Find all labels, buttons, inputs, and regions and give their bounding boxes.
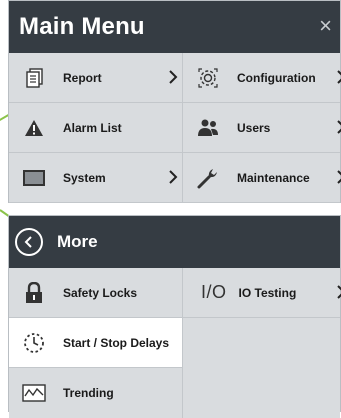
chevron-right-icon (168, 69, 178, 90)
main-menu-title: Main Menu (19, 13, 145, 40)
trending-icon (21, 380, 47, 406)
io-icon: I/O (201, 282, 227, 302)
chevron-right-icon (336, 284, 341, 305)
back-icon[interactable] (15, 228, 43, 256)
empty-cell (183, 368, 340, 418)
menu-item-start-stop-delays[interactable]: Start / Stop Delays (9, 318, 183, 368)
close-icon[interactable]: × (319, 15, 332, 37)
menu-item-label: Configuration (237, 70, 316, 85)
more-menu-grid: Safety Locks I/O IO Testing Start / Stop… (9, 268, 341, 418)
menu-item-label: Trending (63, 386, 114, 400)
menu-item-report[interactable]: Report (9, 53, 183, 103)
menu-item-label: Maintenance (237, 170, 310, 185)
main-menu-grid: Report Configuration Alarm List Users Sy… (9, 53, 341, 203)
menu-item-maintenance[interactable]: Maintenance (183, 153, 341, 203)
users-icon (195, 115, 221, 141)
system-icon (21, 165, 47, 191)
menu-item-label: Report (63, 70, 102, 85)
alarm-icon (21, 115, 47, 141)
chevron-right-icon (336, 119, 341, 140)
menu-item-system[interactable]: System (9, 153, 183, 203)
maintenance-icon (195, 165, 221, 191)
menu-item-io-testing[interactable]: I/O IO Testing (183, 268, 341, 318)
menu-item-label: Safety Locks (63, 285, 138, 300)
more-menu-title: More (57, 232, 98, 251)
menu-item-label: IO Testing (238, 285, 297, 300)
menu-item-label: System (63, 170, 106, 185)
menu-item-safety-locks[interactable]: Safety Locks (9, 268, 183, 318)
chevron-right-icon (168, 169, 178, 190)
menu-item-alarm-list[interactable]: Alarm List (9, 103, 183, 153)
menu-item-label: Alarm List (63, 120, 122, 135)
menu-item-users[interactable]: Users (183, 103, 341, 153)
timer-icon (21, 330, 47, 356)
menu-item-label: Start / Stop Delays (63, 335, 170, 350)
menu-item-trending[interactable]: Trending (9, 368, 183, 418)
menu-item-configuration[interactable]: Configuration (183, 53, 341, 103)
chevron-right-icon (336, 69, 341, 90)
main-menu-panel: Main Menu × Report Configuration Alarm L… (8, 0, 341, 203)
more-menu-panel: More Safety Locks I/O IO Testing Start /… (8, 215, 341, 418)
chevron-right-icon (336, 169, 341, 190)
menu-item-label: Users (237, 120, 271, 135)
main-menu-header: Main Menu × (9, 1, 340, 53)
lock-icon (21, 280, 47, 306)
report-icon (21, 65, 47, 91)
empty-cell (183, 318, 340, 368)
configuration-icon (195, 65, 221, 91)
more-menu-header: More (9, 216, 340, 268)
